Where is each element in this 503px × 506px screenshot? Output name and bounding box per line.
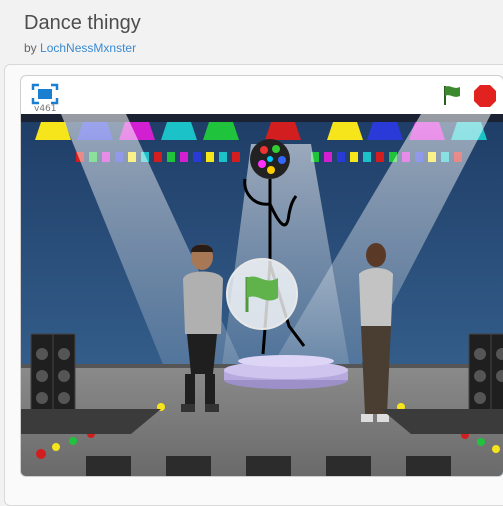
fullscreen-icon [31,83,59,105]
stage[interactable] [21,114,503,476]
stop-sign-icon [474,85,496,107]
play-overlay-button[interactable] [226,258,298,330]
author-link[interactable]: LochNessMxnster [40,41,136,55]
project-player: v461 [20,75,503,477]
podium [224,355,348,389]
byline: by LochNessMxnster [24,41,136,55]
player-controls: v461 [21,76,503,114]
project-title: Dance thingy [24,12,141,34]
green-flag-button[interactable] [440,83,464,107]
stop-button[interactable] [473,84,497,108]
by-label: by [24,41,37,55]
version-label: v461 [34,104,57,114]
green-flag-icon [444,86,460,105]
